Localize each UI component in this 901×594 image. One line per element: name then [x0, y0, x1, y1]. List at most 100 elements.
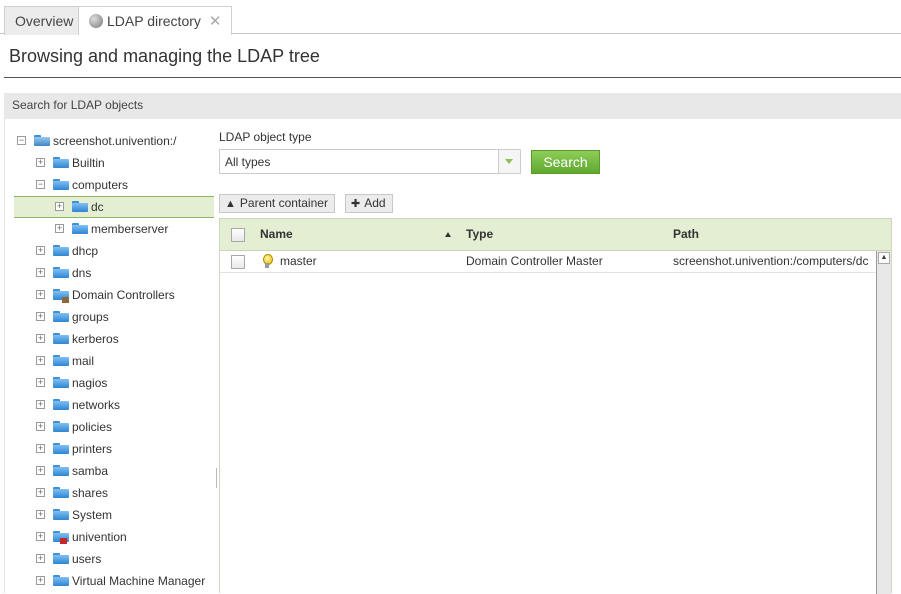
- tab-overview-label: Overview: [15, 13, 74, 29]
- object-type-select[interactable]: All types: [219, 149, 521, 174]
- folder-icon: [53, 311, 69, 323]
- tree-item-users[interactable]: + users: [33, 548, 214, 570]
- folder-icon: [53, 421, 69, 433]
- close-tab-icon[interactable]: ✕: [209, 13, 222, 30]
- tree-item-nagios[interactable]: + nagios: [33, 372, 214, 394]
- tree-item-builtin[interactable]: + Builtin: [33, 152, 214, 174]
- folder-icon: [72, 201, 88, 213]
- tree-item-groups[interactable]: + groups: [33, 306, 214, 328]
- expand-icon[interactable]: +: [36, 488, 45, 497]
- expand-icon[interactable]: +: [36, 422, 45, 431]
- tree-root[interactable]: − screenshot.univention:/: [14, 130, 214, 152]
- expand-icon[interactable]: +: [36, 246, 45, 255]
- panel-border: [4, 119, 5, 593]
- expand-icon[interactable]: +: [36, 444, 45, 453]
- tree-item-label: users: [72, 552, 102, 566]
- expand-icon[interactable]: +: [36, 334, 45, 343]
- select-all-checkbox[interactable]: [231, 228, 245, 242]
- expand-icon[interactable]: +: [36, 290, 45, 299]
- expand-icon[interactable]: +: [36, 378, 45, 387]
- collapse-icon[interactable]: −: [17, 136, 26, 145]
- column-header-path[interactable]: Path: [673, 227, 699, 241]
- tree-item-policies[interactable]: + policies: [33, 416, 214, 438]
- tree-item-univention[interactable]: + univention: [33, 526, 214, 548]
- parent-container-button[interactable]: ▲ Parent container: [219, 194, 335, 213]
- folder-icon: [53, 399, 69, 411]
- cell-name[interactable]: master: [280, 253, 317, 269]
- expand-icon[interactable]: +: [36, 400, 45, 409]
- column-header-name[interactable]: Name: [260, 227, 293, 241]
- tree-item-label: univention: [72, 530, 127, 544]
- tree-item-samba[interactable]: + samba: [33, 460, 214, 482]
- expand-icon[interactable]: +: [55, 224, 64, 233]
- folder-icon: [53, 157, 69, 169]
- tree-item-label: Domain Controllers: [72, 288, 175, 302]
- search-section-header: Search for LDAP objects: [4, 93, 901, 119]
- add-button[interactable]: ✚ Add: [345, 194, 393, 213]
- tree-item-shares[interactable]: + shares: [33, 482, 214, 504]
- tree-item-virtual-machine-manager[interactable]: + Virtual Machine Manager: [33, 570, 214, 592]
- folder-icon: [53, 443, 69, 455]
- tab-overview[interactable]: Overview: [4, 6, 85, 35]
- cell-path: screenshot.univention:/computers/dc: [673, 254, 869, 268]
- search-button[interactable]: Search: [531, 150, 600, 174]
- tree-item-networks[interactable]: + networks: [33, 394, 214, 416]
- tree-item-system[interactable]: + System: [33, 504, 214, 526]
- expand-icon[interactable]: +: [36, 554, 45, 563]
- folder-icon: [72, 223, 88, 235]
- tree-item-computers[interactable]: − computers: [33, 174, 214, 196]
- computer-badge-icon: [62, 297, 69, 303]
- folder-icon: [53, 377, 69, 389]
- expand-icon[interactable]: +: [36, 312, 45, 321]
- sort-ascending-icon: [445, 232, 451, 237]
- cell-type: Domain Controller Master: [466, 254, 603, 268]
- collapse-icon[interactable]: −: [36, 180, 45, 189]
- row-checkbox[interactable]: [231, 255, 245, 269]
- folder-icon: [53, 333, 69, 345]
- vertical-scrollbar[interactable]: ▲: [876, 251, 891, 594]
- tree-item-domain-controllers[interactable]: + Domain Controllers: [33, 284, 214, 306]
- expand-icon[interactable]: +: [55, 202, 64, 211]
- column-header-type[interactable]: Type: [466, 227, 493, 241]
- folder-icon: [53, 509, 69, 521]
- tree-item-dhcp[interactable]: + dhcp: [33, 240, 214, 262]
- scroll-up-icon[interactable]: ▲: [878, 252, 890, 264]
- expand-icon[interactable]: +: [36, 532, 45, 541]
- pane-splitter[interactable]: [216, 468, 217, 488]
- folder-icon: [53, 179, 69, 191]
- dropdown-toggle[interactable]: [498, 150, 520, 173]
- expand-icon[interactable]: +: [36, 466, 45, 475]
- arrow-up-icon: ▲: [225, 198, 236, 210]
- expand-icon[interactable]: +: [36, 510, 45, 519]
- expand-icon[interactable]: +: [36, 158, 45, 167]
- domain-controller-icon: [262, 254, 273, 268]
- domain-root-icon: [34, 135, 50, 147]
- add-label: Add: [364, 196, 386, 210]
- expand-icon[interactable]: +: [36, 268, 45, 277]
- chevron-down-icon: [505, 159, 513, 164]
- tree-item-memberserver[interactable]: + memberserver: [52, 218, 214, 240]
- tree-item-label: Builtin: [72, 156, 105, 170]
- object-type-value: All types: [225, 155, 271, 169]
- tree-item-kerberos[interactable]: + kerberos: [33, 328, 214, 350]
- tree-item-label: groups: [72, 310, 109, 324]
- results-grid: Name Type Path master Domain Controller …: [219, 218, 892, 594]
- tree-item-label: dc: [91, 200, 104, 214]
- tree-item-label: computers: [72, 178, 129, 192]
- tree-root-label: screenshot.univention:/: [53, 134, 177, 148]
- expand-icon[interactable]: +: [36, 576, 45, 585]
- table-row[interactable]: master Domain Controller Master screensh…: [220, 251, 876, 273]
- tab-ldap-directory[interactable]: LDAP directory ✕: [78, 6, 233, 35]
- tree-item-label: System: [72, 508, 113, 522]
- folder-icon: [53, 245, 69, 257]
- expand-icon[interactable]: +: [36, 356, 45, 365]
- tree-item-dns[interactable]: + dns: [33, 262, 214, 284]
- univention-badge-icon: [60, 538, 67, 544]
- tree-item-dc[interactable]: + dc: [52, 196, 214, 218]
- folder-icon: [53, 553, 69, 565]
- tree-item-label: kerberos: [72, 332, 119, 346]
- tree-item-label: nagios: [72, 376, 108, 390]
- tree-item-mail[interactable]: + mail: [33, 350, 214, 372]
- tree-item-printers[interactable]: + printers: [33, 438, 214, 460]
- title-divider: [4, 77, 901, 78]
